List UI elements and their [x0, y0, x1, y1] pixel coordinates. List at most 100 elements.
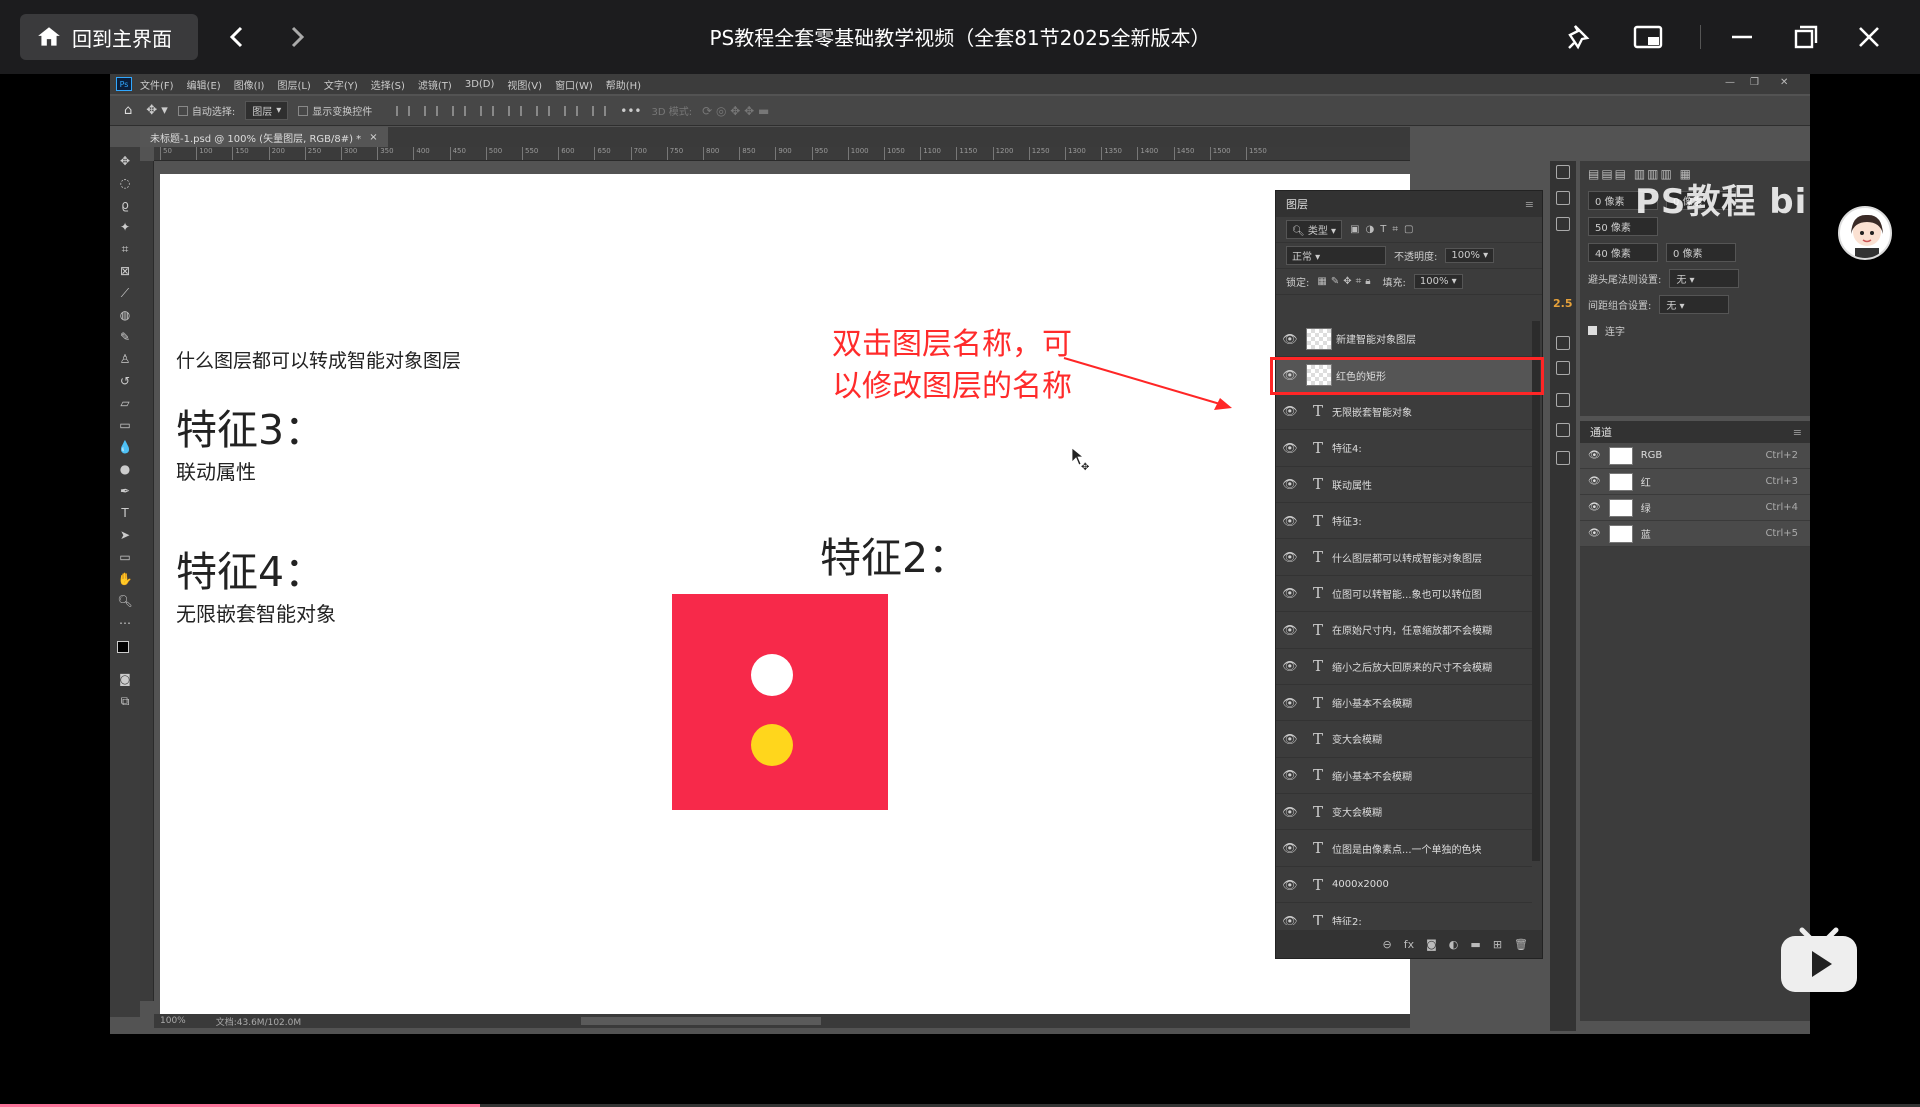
menu-layer[interactable]: 图层(L) — [277, 77, 310, 92]
play-icon[interactable] — [1778, 924, 1860, 994]
visibility-eye-icon[interactable]: 👁︎ — [1276, 914, 1304, 925]
layer-name[interactable]: 特征4: — [1332, 440, 1362, 455]
menu-3d[interactable]: 3D(D) — [465, 79, 495, 90]
layer-row[interactable]: 👁︎ T 在原始尺寸内，任意缩放都不会模糊 — [1276, 612, 1532, 649]
color-swatches-icon[interactable] — [117, 641, 135, 659]
menu-filter[interactable]: 滤镜(T) — [418, 77, 452, 92]
layer-name[interactable]: 变大会模糊 — [1332, 731, 1382, 746]
layer-name[interactable]: 在原始尺寸内，任意缩放都不会模糊 — [1332, 622, 1492, 637]
space-after-field[interactable]: 0 像素 — [1666, 242, 1736, 262]
channels-title[interactable]: 通道 — [1590, 424, 1612, 440]
channel-row[interactable]: 👁︎ 红 Ctrl+3 — [1580, 469, 1810, 495]
layer-name[interactable]: 变大会模糊 — [1332, 804, 1382, 819]
layer-row[interactable]: 👁︎ T 4000x2000 — [1276, 867, 1532, 904]
rectangle-tool-icon[interactable]: ▭ — [117, 549, 133, 565]
layer-row[interactable]: 👁︎ T 联动属性 — [1276, 467, 1532, 503]
avoid-dropdown[interactable]: 无 ▾ — [1669, 268, 1740, 288]
distribute-vertical-icon[interactable] — [592, 105, 607, 116]
screen-mode-icon[interactable]: ⧉ — [117, 693, 133, 709]
red-rectangle[interactable] — [672, 594, 888, 810]
visibility-eye-icon[interactable]: 👁︎ — [1276, 332, 1304, 346]
visibility-eye-icon[interactable]: 👁︎ — [1276, 732, 1304, 746]
layer-row[interactable]: 👁︎ T 无限嵌套智能对象 — [1276, 394, 1532, 431]
layer-name[interactable]: 位图可以转智能...象也可以转位图 — [1332, 586, 1482, 601]
show-transform-checkbox[interactable]: 显示变换控件 — [298, 103, 372, 118]
visibility-eye-icon[interactable]: 👁︎ — [1588, 528, 1601, 539]
layer-name[interactable]: 缩小之后放大回原来的尺寸不会模糊 — [1332, 659, 1492, 674]
lock-icons[interactable]: ▦✎✥⌗🔒︎ — [1317, 276, 1374, 287]
ps-close-icon[interactable]: ✕ — [1780, 77, 1788, 88]
layer-name[interactable]: 位图是由像素点...一个单独的色块 — [1332, 841, 1482, 856]
layer-row[interactable]: 👁︎ T 缩小之后放大回原来的尺寸不会模糊 — [1276, 649, 1532, 685]
more-tools-icon[interactable]: ⋯ — [117, 615, 133, 631]
layer-name[interactable]: 4000x2000 — [1332, 879, 1389, 890]
tools-icon[interactable] — [1556, 361, 1570, 375]
brush-tool-icon[interactable]: ✎ — [117, 329, 133, 345]
move-tool-icon[interactable]: ✥ ▾ — [146, 103, 168, 118]
layer-name[interactable]: 无限嵌套智能对象 — [1332, 404, 1412, 419]
channel-row[interactable]: 👁︎ 绿 Ctrl+4 — [1580, 495, 1810, 521]
mask-icon[interactable]: ◙ — [1426, 938, 1437, 951]
visibility-eye-icon[interactable]: 👁︎ — [1276, 768, 1304, 782]
adjustment-icon[interactable]: ◐ — [1449, 938, 1459, 951]
stamp-tool-icon[interactable]: ♙ — [117, 351, 133, 367]
blur-tool-icon[interactable]: 💧 — [117, 439, 133, 455]
layer-name[interactable]: 缩小基本不会模糊 — [1332, 768, 1412, 783]
filter-kind-dropdown[interactable]: 🔍︎ 类型 ▾ — [1286, 220, 1343, 239]
forward-arrow-icon[interactable] — [282, 22, 312, 52]
pen-tool-icon[interactable]: ✒ — [117, 483, 133, 499]
eyedropper-icon[interactable]: ⟋ — [117, 285, 133, 301]
visibility-eye-icon[interactable]: 👁︎ — [1276, 441, 1304, 455]
hyphen-checkbox[interactable] — [1588, 325, 1597, 335]
close-button[interactable] — [1852, 20, 1886, 54]
layer-row[interactable]: 👁︎ T 缩小基本不会模糊 — [1276, 685, 1532, 722]
gradient-tool-icon[interactable]: ▭ — [117, 417, 133, 433]
align-left-icon[interactable] — [396, 105, 411, 116]
visibility-eye-icon[interactable]: 👁︎ — [1276, 878, 1304, 892]
visibility-eye-icon[interactable]: 👁︎ — [1276, 659, 1304, 673]
new-layer-icon[interactable]: ⊞ — [1493, 938, 1502, 951]
align-middle-icon[interactable] — [536, 105, 551, 116]
history-brush-icon[interactable]: ↺ — [117, 373, 133, 389]
layer-row[interactable]: 👁︎ T 变大会模糊 — [1276, 721, 1532, 758]
layer-name[interactable]: 新建智能对象图层 — [1336, 331, 1416, 346]
dodge-tool-icon[interactable]: ● — [117, 461, 133, 477]
opacity-field[interactable]: 100% ▾ — [1445, 248, 1495, 263]
menu-window[interactable]: 窗口(W) — [555, 77, 593, 92]
transform-icon[interactable] — [1556, 393, 1570, 407]
type-tool-icon[interactable]: T — [117, 505, 133, 521]
paragraph-icon[interactable] — [1556, 336, 1570, 350]
layer-row[interactable]: 👁︎ T 缩小基本不会模糊 — [1276, 758, 1532, 795]
doc-tab-close-icon[interactable]: × — [369, 132, 377, 143]
layer-row[interactable]: 👁︎ T 特征2: — [1276, 903, 1532, 925]
menu-edit[interactable]: 编辑(E) — [187, 77, 221, 92]
magic-wand-icon[interactable]: ✦ — [117, 219, 133, 235]
move-tool-icon[interactable]: ✥ — [117, 153, 133, 169]
pip-button[interactable] — [1631, 20, 1665, 54]
more-options-icon[interactable]: ••• — [620, 104, 641, 118]
libraries-icon[interactable] — [1556, 423, 1570, 437]
hand-tool-icon[interactable]: ✋ — [117, 571, 133, 587]
ps-minimize-icon[interactable]: — — [1725, 77, 1735, 88]
foreground-color[interactable] — [117, 641, 129, 653]
doc-tab[interactable]: 未标题-1.psd @ 100% (矢量图层, RGB/8#) * × — [140, 127, 388, 147]
visibility-eye-icon[interactable]: 👁︎ — [1276, 550, 1304, 564]
properties-icon[interactable] — [1556, 451, 1570, 465]
frame-tool-icon[interactable]: ⊠ — [117, 263, 133, 279]
channel-row[interactable]: 👁︎ RGB Ctrl+2 — [1580, 443, 1810, 469]
horizontal-scrollbar[interactable] — [581, 1017, 822, 1025]
ps-restore-icon[interactable]: ❐ — [1750, 77, 1759, 88]
video-area[interactable]: Ps 文件(F) 编辑(E) 图像(I) 图层(L) 文字(Y) 选择(S) 滤… — [0, 74, 1920, 1107]
crop-tool-icon[interactable]: ⌗ — [117, 241, 133, 257]
layer-row[interactable]: 👁︎ T 位图可以转智能...象也可以转位图 — [1276, 576, 1532, 613]
align-right-icon[interactable] — [452, 105, 467, 116]
zoom-level[interactable]: 100% — [160, 1016, 186, 1026]
menu-file[interactable]: 文件(F) — [140, 77, 174, 92]
layer-name[interactable]: 缩小基本不会模糊 — [1332, 695, 1412, 710]
layer-row[interactable]: 👁︎ T 位图是由像素点...一个单独的色块 — [1276, 830, 1532, 867]
layer-name[interactable]: 特征2: — [1332, 913, 1362, 925]
visibility-eye-icon[interactable]: 👁︎ — [1588, 476, 1601, 487]
fill-field[interactable]: 100% ▾ — [1413, 274, 1463, 289]
pin-button[interactable] — [1563, 20, 1597, 54]
healing-brush-icon[interactable]: ◍ — [117, 307, 133, 323]
